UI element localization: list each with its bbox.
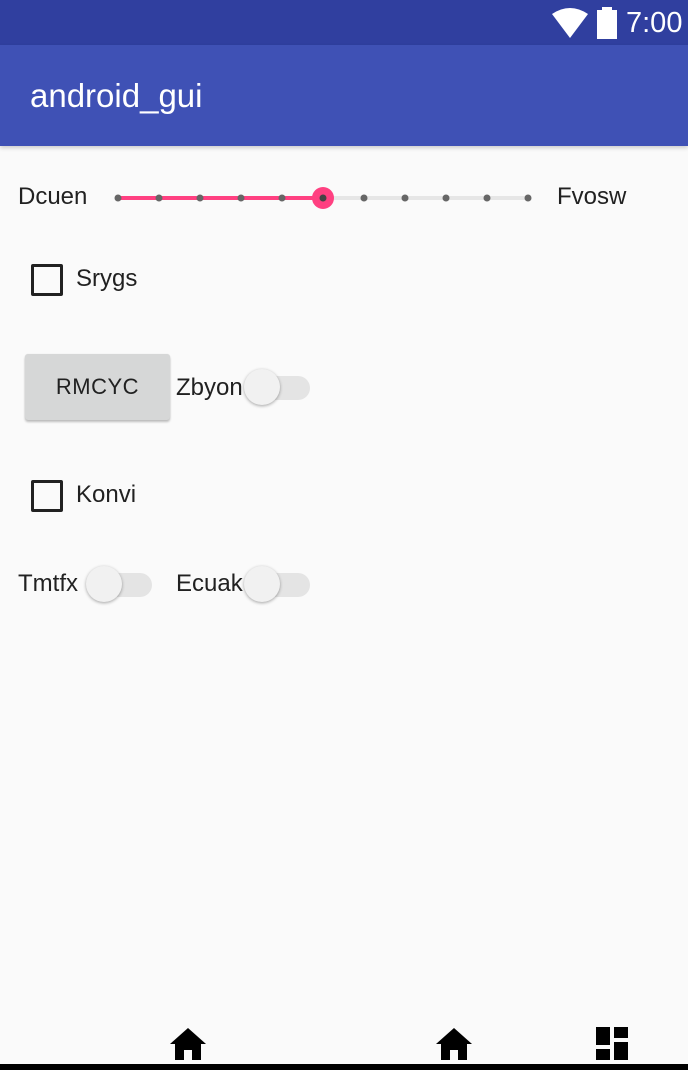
seekbar[interactable]: [110, 178, 542, 218]
seekbar-tick: [237, 194, 245, 202]
srygs-checkbox[interactable]: [31, 264, 63, 296]
status-time: 7:00: [626, 7, 683, 39]
seekbar-tick: [155, 194, 163, 202]
seekbar-thumb-center: [319, 194, 327, 202]
srygs-checkbox-label[interactable]: Srygs: [76, 265, 137, 293]
seekbar-right-label: Fvosw: [557, 183, 627, 210]
tmtfx-switch[interactable]: [86, 564, 156, 604]
home-icon[interactable]: [170, 1028, 206, 1060]
battery-icon: [597, 7, 617, 39]
wifi-icon: [552, 8, 588, 38]
konvi-checkbox[interactable]: [31, 480, 63, 512]
switch-thumb: [244, 369, 280, 405]
seekbar-tick: [401, 194, 409, 202]
dashboard-icon[interactable]: [596, 1027, 628, 1060]
seekbar-tick: [196, 194, 204, 202]
seekbar-tick: [483, 194, 491, 202]
seekbar-left-label: Dcuen: [18, 183, 88, 210]
status-bar: 7:00: [0, 0, 688, 45]
seekbar-tick: [278, 194, 286, 202]
rmcyc-button[interactable]: RMCYC: [25, 354, 170, 420]
konvi-checkbox-label[interactable]: Konvi: [76, 481, 136, 509]
seekbar-tick: [442, 194, 450, 202]
switch-thumb: [86, 566, 122, 602]
ecuak-switch-label: Ecuak: [176, 570, 243, 597]
seekbar-tick: [524, 194, 532, 202]
seekbar-tick: [360, 194, 368, 202]
app-bar: android_gui: [0, 45, 688, 146]
zbyon-switch[interactable]: [244, 367, 314, 407]
ecuak-switch[interactable]: [244, 564, 314, 604]
navigation-bar: [0, 1020, 688, 1070]
app-title: android_gui: [30, 77, 203, 114]
zbyon-switch-label: Zbyon: [176, 374, 243, 401]
seekbar-tick: [114, 194, 122, 202]
home-icon[interactable]: [436, 1028, 472, 1060]
switch-thumb: [244, 566, 280, 602]
tmtfx-switch-label: Tmtfx: [18, 570, 78, 597]
nav-bar-baseline: [0, 1064, 688, 1070]
